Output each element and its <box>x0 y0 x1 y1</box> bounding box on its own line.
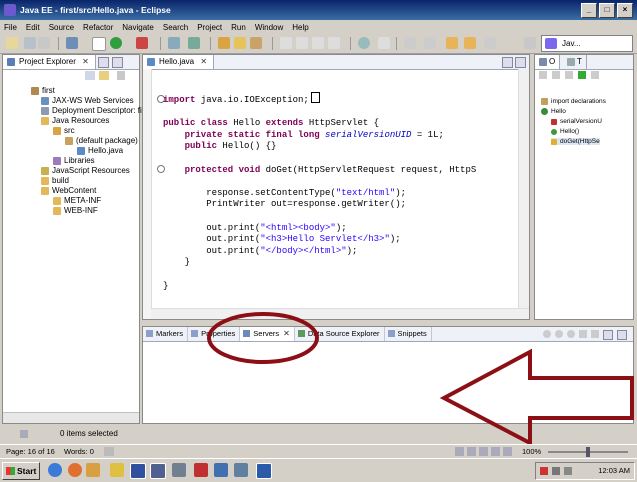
start-button[interactable]: Start <box>2 462 40 480</box>
status-icon <box>20 430 28 438</box>
status-text: 0 items selected <box>60 429 118 438</box>
windows-logo-icon <box>6 467 15 475</box>
outline-view-icon[interactable] <box>491 447 500 456</box>
firefox-icon[interactable] <box>68 463 82 477</box>
word-icon[interactable] <box>256 463 272 479</box>
full-screen-icon[interactable] <box>467 447 476 456</box>
app-icon[interactable] <box>130 463 146 479</box>
app-icon[interactable] <box>110 463 124 477</box>
tray-icon[interactable] <box>552 467 560 475</box>
web-layout-icon[interactable] <box>479 447 488 456</box>
status-bar: 0 items selected <box>0 426 637 442</box>
system-tray: 12:03 AM <box>535 462 635 480</box>
zoom-slider-thumb[interactable] <box>586 447 590 457</box>
zoom-level: 100% <box>522 447 542 456</box>
app-icon[interactable] <box>214 463 228 477</box>
draft-icon[interactable] <box>503 447 512 456</box>
page-count: Page: 16 of 16 <box>6 447 55 456</box>
word-count: Words: 0 <box>64 447 94 456</box>
eclipse-task-icon[interactable] <box>150 463 166 479</box>
clock: 12:03 AM <box>598 466 630 475</box>
ie-icon[interactable] <box>48 463 62 477</box>
taskbar: Start 12:03 AM <box>0 458 637 482</box>
word-status-bar: Page: 16 of 16 Words: 0 100% <box>0 444 637 458</box>
tray-icon[interactable] <box>540 467 548 475</box>
app-icon[interactable] <box>194 463 208 477</box>
app-icon[interactable] <box>172 463 186 477</box>
volume-icon[interactable] <box>564 467 572 475</box>
app-icon[interactable] <box>234 463 248 477</box>
folder-icon[interactable] <box>86 463 100 477</box>
print-layout-icon[interactable] <box>455 447 464 456</box>
view-buttons <box>455 447 515 456</box>
annotation-overlay <box>207 312 634 447</box>
proofing-icon[interactable] <box>104 447 114 456</box>
highlight-ellipse <box>207 312 319 364</box>
